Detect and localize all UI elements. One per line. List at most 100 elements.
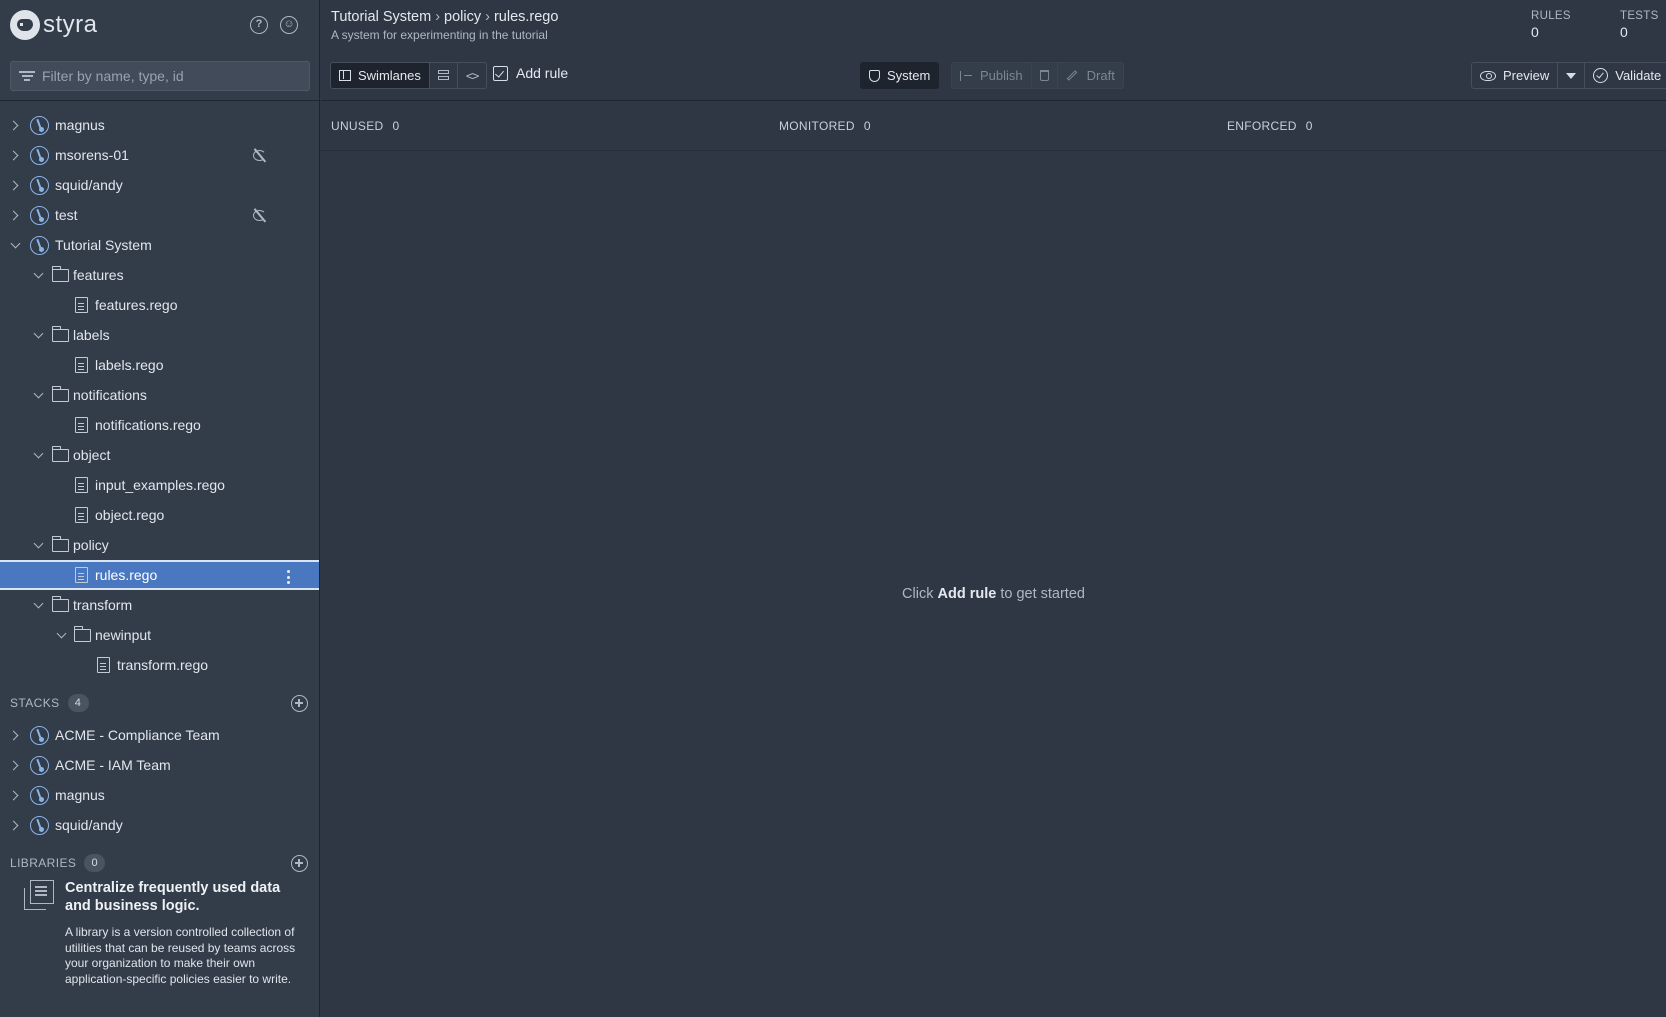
help-icon[interactable]: ? <box>250 16 268 34</box>
folder-item-notifications[interactable]: notifications <box>0 380 319 410</box>
chevron-down-icon[interactable] <box>33 450 43 460</box>
system-item-msorens-01[interactable]: msorens-01 <box>0 140 319 170</box>
filter-input[interactable] <box>42 68 309 84</box>
folder-item-labels[interactable]: labels <box>0 320 319 350</box>
folder-item-policy[interactable]: policy <box>0 530 319 560</box>
chevron-down-icon[interactable] <box>10 240 20 250</box>
stack-icon <box>30 725 49 745</box>
stack-icon <box>30 785 49 805</box>
tests-stat: TESTS 0 <box>1620 10 1659 40</box>
file-label: features.rego <box>95 297 178 313</box>
publish-group: Publish Draft <box>951 62 1124 89</box>
file-item-input-examples-rego[interactable]: input_examples.rego <box>0 470 319 500</box>
chevron-right-icon[interactable] <box>9 730 19 740</box>
system-item-magnus[interactable]: magnus <box>0 110 319 140</box>
file-item-transform-rego[interactable]: transform.rego <box>0 650 319 680</box>
file-label: labels.rego <box>95 357 164 373</box>
system-icon <box>30 145 49 165</box>
chevron-down-icon[interactable] <box>33 540 43 550</box>
system-item-test[interactable]: test <box>0 200 319 230</box>
stack-item[interactable]: magnus <box>0 780 319 810</box>
system-label: magnus <box>55 117 105 133</box>
swimlanes-view-button[interactable]: Swimlanes <box>331 63 430 88</box>
file-item-object-rego[interactable]: object.rego <box>0 500 319 530</box>
system-item-tutorial-system[interactable]: Tutorial System <box>0 230 319 260</box>
folder-item-newinput[interactable]: newinput <box>0 620 319 650</box>
columns-icon <box>339 70 351 81</box>
chevron-right-icon[interactable] <box>9 210 19 220</box>
rules-stat-label: RULES <box>1531 10 1571 22</box>
view-toggle-group: Swimlanes <> <box>330 62 488 89</box>
stacks-count-badge: 4 <box>67 694 89 712</box>
stack-label: magnus <box>55 787 105 803</box>
breadcrumb-folder[interactable]: policy <box>444 9 481 25</box>
publish-button[interactable]: Publish <box>952 63 1032 88</box>
system-label: Tutorial System <box>55 237 152 253</box>
system-icon <box>30 205 49 225</box>
file-icon <box>75 357 88 373</box>
chevron-down-icon[interactable] <box>56 630 66 640</box>
system-item-squid-andy[interactable]: squid/andy <box>0 170 319 200</box>
lane-monitored-label: MONITORED <box>779 119 855 133</box>
folder-label: object <box>73 447 111 463</box>
delete-button[interactable] <box>1032 63 1058 88</box>
file-item-features-rego[interactable]: features.rego <box>0 290 319 320</box>
swimlanes-header: UNUSED 0 MONITORED 0 ENFORCED 0 <box>321 101 1666 151</box>
tests-stat-value: 0 <box>1620 24 1629 40</box>
draft-button[interactable]: Draft <box>1058 63 1123 88</box>
preview-label: Preview <box>1503 68 1550 83</box>
chevron-right-icon[interactable] <box>9 180 19 190</box>
chevron-down-icon[interactable] <box>33 390 43 400</box>
file-item-rules-rego[interactable]: rules.rego <box>0 560 319 590</box>
publish-icon <box>960 70 972 81</box>
stack-item[interactable]: ACME - IAM Team <box>0 750 319 780</box>
main-panel: Tutorial System › policy › rules.rego A syst… <box>321 0 1666 1017</box>
folder-label: policy <box>73 537 109 553</box>
libraries-title: LIBRARIES <box>10 856 77 870</box>
system-label: msorens-01 <box>55 147 129 163</box>
breadcrumb-system[interactable]: Tutorial System <box>331 9 431 25</box>
library-icon <box>24 880 54 910</box>
chevron-right-icon[interactable] <box>9 790 19 800</box>
styra-logo-icon <box>10 10 40 40</box>
rules-stat-value: 0 <box>1531 24 1540 40</box>
folder-item-features[interactable]: features <box>0 260 319 290</box>
folder-label: newinput <box>95 627 152 643</box>
file-label: object.rego <box>95 507 165 523</box>
file-item-notifications-rego[interactable]: notifications.rego <box>0 410 319 440</box>
file-label: transform.rego <box>117 657 209 673</box>
add-library-icon[interactable] <box>291 855 308 872</box>
system-button[interactable]: System <box>861 63 939 88</box>
filter-icon <box>19 70 35 82</box>
chevron-down-icon[interactable] <box>33 600 43 610</box>
validate-button[interactable]: Validate <box>1585 63 1666 88</box>
preview-dropdown-button[interactable] <box>1558 63 1586 88</box>
more-options-icon[interactable] <box>287 570 290 584</box>
folder-item-transform[interactable]: transform <box>0 590 319 620</box>
code-view-button[interactable]: <> <box>458 63 486 88</box>
caret-down-icon <box>1566 72 1577 79</box>
list-view-button[interactable] <box>430 63 458 88</box>
add-rule-button[interactable]: Add rule <box>493 65 568 81</box>
breadcrumb-separator: › <box>485 9 490 25</box>
add-stack-icon[interactable] <box>291 695 308 712</box>
breadcrumb: Tutorial System › policy › rules.rego <box>331 9 558 25</box>
folder-label: features <box>73 267 124 283</box>
chevron-right-icon[interactable] <box>9 120 19 130</box>
chevron-right-icon[interactable] <box>9 150 19 160</box>
stack-item[interactable]: squid/andy <box>0 810 319 840</box>
preview-button[interactable]: Preview <box>1472 63 1559 88</box>
empty-state-message: Click Add rule to get started <box>321 586 1666 602</box>
chevron-down-icon[interactable] <box>33 330 43 340</box>
systems-tree: magnus msorens-01 squid/andy test Tutori… <box>0 110 319 680</box>
folder-item-object[interactable]: object <box>0 440 319 470</box>
chevron-right-icon[interactable] <box>9 820 19 830</box>
user-account-icon[interactable]: ☺ <box>280 16 298 34</box>
file-icon <box>97 657 110 673</box>
chevron-down-icon[interactable] <box>33 270 43 280</box>
file-item-labels-rego[interactable]: labels.rego <box>0 350 319 380</box>
stack-item[interactable]: ACME - Compliance Team <box>0 720 319 750</box>
brand-logo[interactable]: styra <box>10 8 98 42</box>
chevron-right-icon[interactable] <box>9 760 19 770</box>
rules-stat: RULES 0 <box>1531 10 1571 40</box>
